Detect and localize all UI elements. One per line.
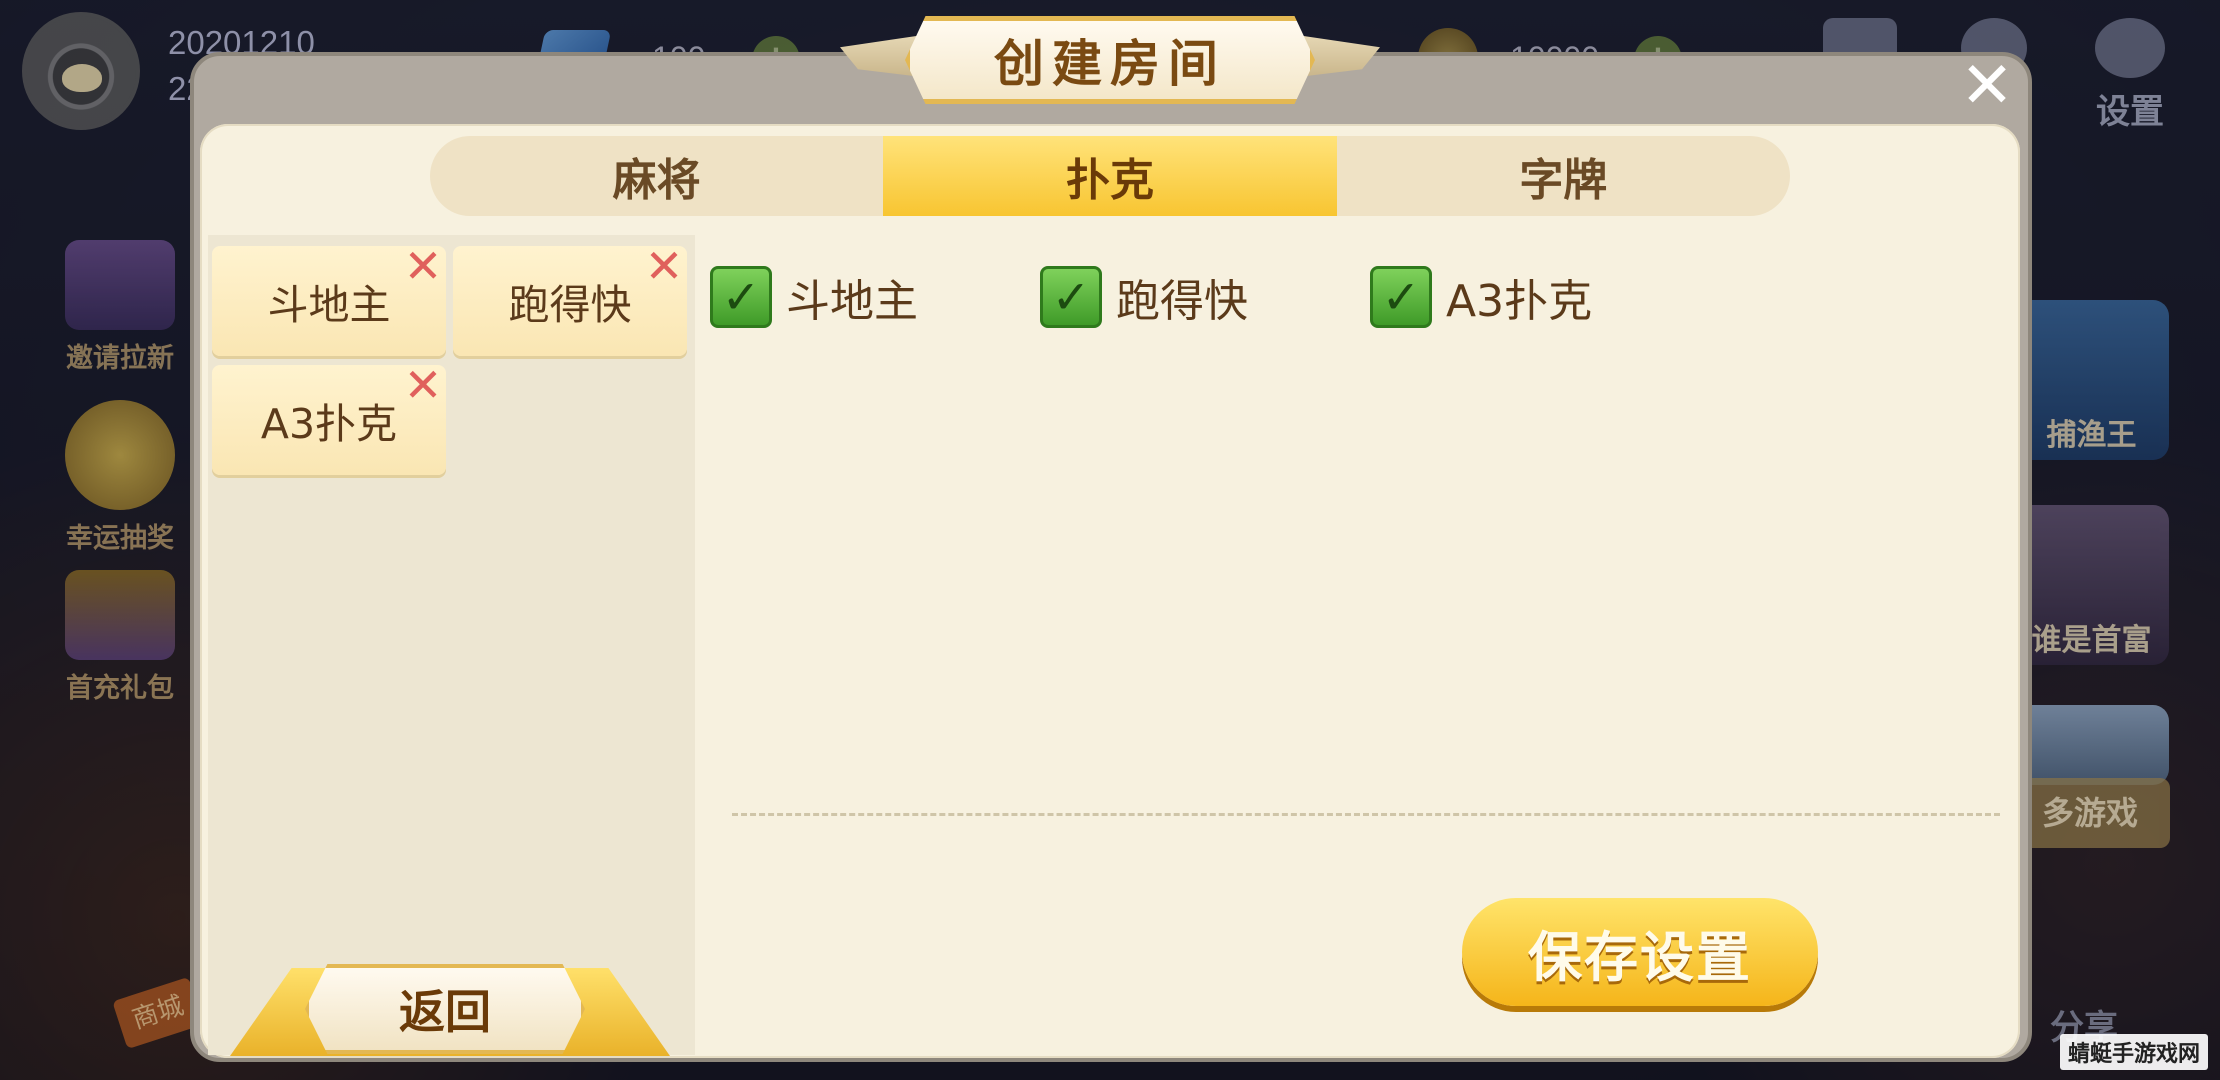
tab-zipai[interactable]: 字牌 [1337,136,1790,216]
close-button[interactable]: ✕ [1955,54,2019,120]
save-settings-button[interactable]: 保存设置 [1462,898,1818,1006]
checkmark-icon[interactable]: ✓ [710,266,772,328]
dialog-title: 创建房间 [994,34,1226,93]
tab-poker[interactable]: 扑克 [883,136,1337,216]
dialog-title-plate: 创建房间 [905,16,1315,104]
more-games-button[interactable]: 多游戏 [2010,778,2170,848]
tab-mahjong[interactable]: 麻将 [430,136,883,216]
game-option-label: 跑得快 [1116,276,1248,327]
side-item-label: 首充礼包 [66,673,174,704]
game-card-hot[interactable] [2014,705,2169,785]
side-item-lucky-draw[interactable]: 幸运抽奖 [40,400,200,555]
game-option-label: 斗地主 [786,276,918,327]
side-item-label: 邀请拉新 [66,343,174,374]
side-item-first-recharge[interactable]: 首充礼包 [40,570,200,705]
game-option-label: A3扑克 [1446,276,1593,327]
dashed-divider [732,813,2000,816]
game-option-a3-poker[interactable]: ✓ A3扑克 [1370,265,1592,329]
remove-x-icon[interactable]: ✕ [402,362,444,408]
invite-icon [65,240,175,330]
user-avatar[interactable] [22,12,140,130]
game-card-label: 谁是首富 [2031,623,2152,658]
checkmark-icon[interactable]: ✓ [1040,266,1102,328]
game-option-paodekuai[interactable]: ✓ 跑得快 [1040,265,1248,329]
wheel-icon [65,400,175,510]
side-item-label: 幸运抽奖 [66,523,174,554]
side-item-invite[interactable]: 邀请拉新 [40,240,200,375]
penguin-face-icon [62,64,102,92]
checkmark-icon[interactable]: ✓ [1370,266,1432,328]
game-card-richest[interactable]: 谁是首富 [2014,505,2169,665]
watermark: 蜻蜓手游戏网 [2059,1034,2208,1070]
gear-icon [2095,18,2165,78]
remove-x-icon[interactable]: ✕ [402,243,444,289]
back-button[interactable]: 返回 [305,964,585,1054]
remove-x-icon[interactable]: ✕ [643,243,685,289]
game-card-fishing[interactable]: 捕渔王 [2014,300,2169,460]
game-option-doudizhu[interactable]: ✓ 斗地主 [710,265,918,329]
selected-games-panel [208,235,695,1055]
settings-label: 设置 [2096,92,2164,132]
game-card-label: 捕渔王 [2046,418,2137,453]
gift-icon [65,570,175,660]
game-category-tabs: 麻将 扑克 字牌 [430,136,1790,216]
settings-button[interactable]: 设置 [2080,18,2180,133]
